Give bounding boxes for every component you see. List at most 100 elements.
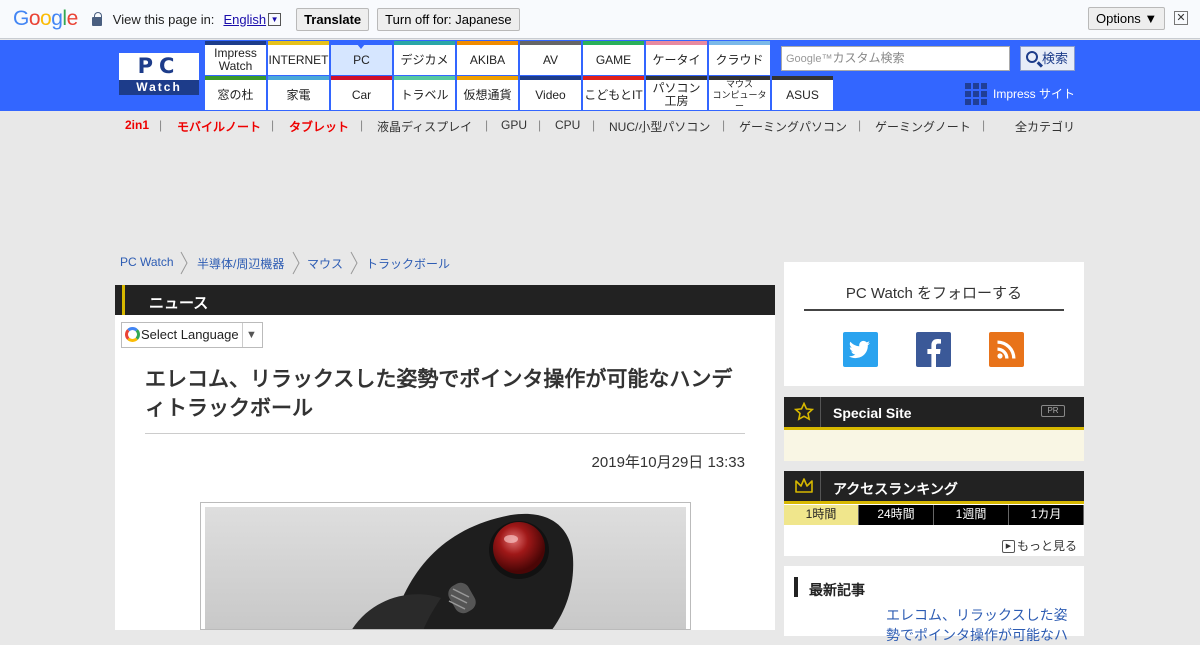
play-icon: ▶	[1002, 540, 1015, 554]
chevron-right-icon	[180, 251, 188, 275]
search-placeholder: カスタム検索	[832, 51, 905, 65]
nav-item-label: デジカメ	[400, 52, 449, 67]
pr-badge: PR	[1041, 405, 1065, 417]
subnav-item[interactable]: タブレット	[289, 118, 349, 135]
nav-item-label: PC	[353, 52, 370, 67]
nav-item[interactable]: 仮想通貨	[457, 76, 518, 110]
breadcrumb-item[interactable]: 半導体/周辺機器	[197, 255, 284, 272]
nav-item[interactable]: Car	[331, 76, 392, 110]
nav-item[interactable]: デジカメ	[394, 41, 455, 75]
trackball-mouse-photo	[352, 513, 574, 629]
view-in-label: View this page in:	[112, 11, 215, 27]
subnav-item[interactable]: GPU	[501, 118, 527, 132]
subnav-separator: |	[982, 118, 986, 132]
facebook-icon[interactable]	[916, 332, 951, 367]
subnav-item[interactable]: CPU	[555, 118, 580, 132]
chevron-right-icon	[350, 251, 358, 275]
article-title: エレコム、リラックスした姿勢でポインタ操作が可能なハンディトラックボール	[145, 368, 733, 420]
ranking-tab[interactable]: 1時間	[784, 505, 859, 525]
ranking-tab[interactable]: 1カ月	[1009, 505, 1084, 525]
subnav-item[interactable]: 液晶ディスプレイ	[377, 118, 472, 135]
section-header: ニュース	[115, 285, 775, 315]
nav-item[interactable]: INTERNET	[268, 41, 329, 75]
article-date: 2019年10月29日 13:33	[591, 454, 745, 471]
nav-item[interactable]: Video	[520, 76, 581, 110]
nav-item[interactable]: ケータイ	[646, 41, 707, 75]
access-ranking-box: アクセスランキング 1時間 24時間 1週間 1カ月 ▶ もっと見る	[784, 471, 1084, 556]
nav-item-label: AV	[542, 52, 559, 67]
ranking-tab[interactable]: 1週間	[934, 505, 1009, 525]
subnav-item[interactable]: ゲーミングパソコン	[739, 118, 847, 135]
pc-watch-logo[interactable]: PC Watch	[119, 53, 199, 95]
article-image[interactable]	[200, 502, 691, 630]
google-logo-letter: g	[51, 7, 63, 30]
google-logo: Google	[13, 7, 78, 31]
subnav-item[interactable]: ゲーミングノート	[875, 118, 971, 135]
subnav-item[interactable]: NUC/小型パソコン	[609, 118, 710, 135]
nav-item[interactable]: クラウド	[709, 41, 770, 75]
subnav-separator: |	[360, 118, 364, 132]
search-icon	[1026, 51, 1038, 63]
nav-item-label: マウス コンピューター	[712, 78, 767, 111]
ranking-tabs: 1時間 24時間 1週間 1カ月	[784, 505, 1084, 525]
star-icon	[794, 402, 814, 421]
subnav-item[interactable]: モバイルノート	[177, 118, 261, 135]
nav-item[interactable]: AKIBA	[457, 41, 518, 75]
nav-item[interactable]: Impress Watch	[205, 41, 266, 75]
nav-item-label: パソコン 工房	[652, 81, 701, 108]
translate-button[interactable]: Translate	[296, 7, 370, 31]
more-link[interactable]: ▶ もっと見る	[1002, 537, 1077, 554]
search-button[interactable]: 検索	[1020, 46, 1075, 71]
nav-item[interactable]: パソコン 工房	[646, 76, 707, 110]
nav-item[interactable]: 家電	[268, 76, 329, 110]
close-icon[interactable]: ✕	[1174, 11, 1188, 25]
search-input[interactable]: Google™カスタム検索	[781, 46, 1010, 71]
logo-watch-text: Watch	[119, 80, 199, 95]
options-button[interactable]: Options ▼	[1088, 7, 1166, 30]
nav-item-label: AKIBA	[469, 52, 506, 67]
nav-item[interactable]: AV	[520, 41, 581, 75]
subnav-separator: |	[538, 118, 542, 132]
nav-item[interactable]: GAME	[583, 41, 644, 75]
logo-pc-text: PC	[137, 54, 181, 78]
subnav-separator: |	[592, 118, 596, 132]
nav-item-label: Car	[351, 87, 372, 102]
main-nav: Impress Watch INTERNET PC デジカメ AKIBA AV GAME ケー…	[205, 40, 833, 111]
nav-item-label: INTERNET	[268, 52, 329, 67]
subnav-separator: |	[271, 118, 275, 132]
twitter-icon[interactable]	[843, 332, 878, 367]
special-site-header: Special Site PR	[784, 397, 1084, 430]
select-language-dropdown[interactable]: Select Language ▼	[121, 322, 263, 348]
language-link[interactable]: English	[223, 12, 266, 27]
turn-off-button[interactable]: Turn off for: Japanese	[377, 7, 520, 31]
nav-item[interactable]: マウス コンピューター	[709, 76, 770, 111]
lock-icon	[91, 11, 102, 26]
nav-item-label: クラウド	[715, 52, 764, 67]
latest-article-link[interactable]: エレコム、リラックスした姿勢でポインタ操作が可能なハ	[886, 605, 1071, 645]
subnav-separator: |	[858, 118, 862, 132]
nav-item[interactable]: ASUS	[772, 76, 833, 110]
breadcrumb-item[interactable]: トラックボール	[366, 255, 450, 272]
select-language-label: Select Language	[141, 327, 239, 342]
crown-icon	[795, 478, 813, 493]
nav-item[interactable]: こどもとIT	[583, 76, 644, 110]
breadcrumb-item[interactable]: マウス	[307, 255, 343, 272]
subnav-item[interactable]: 2in1	[125, 118, 149, 132]
subnav-separator: |	[159, 118, 163, 132]
rss-icon[interactable]	[989, 332, 1024, 367]
nav-item[interactable]: 窓の杜	[205, 76, 266, 110]
language-dropdown-icon[interactable]: ▼	[268, 12, 282, 26]
all-categories-link[interactable]: 全カテゴリ	[1015, 118, 1075, 135]
nav-item[interactable]: PC	[331, 41, 392, 75]
section-title: ニュース	[149, 295, 209, 312]
title-divider	[145, 433, 745, 434]
chevron-right-icon	[292, 251, 300, 275]
nav-item-label: トラベル	[400, 87, 449, 102]
nav-item-label: こどもとIT	[584, 87, 643, 102]
breadcrumb-item[interactable]: PC Watch	[120, 255, 174, 269]
site-header: PC Watch Impress Watch INTERNET PC デジカメ AKIB…	[0, 40, 1200, 111]
follow-box: PC Watch をフォローする	[784, 262, 1084, 386]
ranking-tab[interactable]: 24時間	[859, 505, 934, 525]
nav-item-label: GAME	[595, 52, 632, 67]
nav-item[interactable]: トラベル	[394, 76, 455, 110]
